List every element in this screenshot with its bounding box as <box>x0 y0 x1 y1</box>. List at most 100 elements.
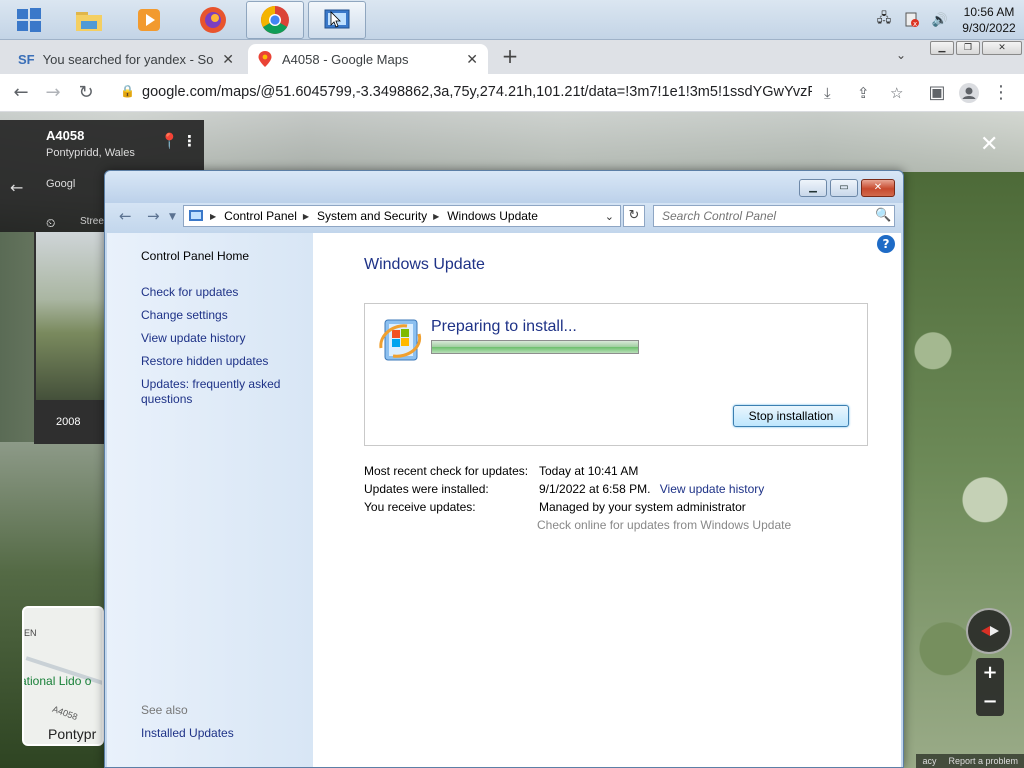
url-text[interactable]: google.com/maps/@51.6045799,-3.3498862,3… <box>142 84 812 100</box>
check-online-link[interactable]: Check online for updates from Windows Up… <box>537 518 791 532</box>
share-icon[interactable]: ⇪ <box>857 84 870 102</box>
time-history-icon[interactable]: ⏲ <box>46 216 55 231</box>
view-update-history-link[interactable]: View update history <box>141 331 246 346</box>
browser-toolbar: ← → ↻ 🔒 google.com/maps/@51.6045799,-3.3… <box>0 74 1024 112</box>
report-problem-link[interactable]: Report a problem <box>942 754 1024 768</box>
window-title-bar[interactable]: ▁ ▭ ✕ <box>105 171 903 203</box>
breadcrumb-windows-update[interactable]: Windows Update <box>447 209 538 223</box>
reload-icon[interactable]: ↻ <box>75 82 97 104</box>
minimize-icon[interactable]: ▁ <box>799 179 827 197</box>
zoom-in-icon[interactable]: + <box>976 658 1004 687</box>
control-panel-home-link[interactable]: Control Panel Home <box>141 249 249 264</box>
start-button[interactable] <box>0 0 58 40</box>
tab-close-icon[interactable]: ✕ <box>466 51 478 68</box>
zoom-controls: + − <box>976 658 1004 716</box>
tab-search-chevron-icon[interactable]: ⌄ <box>896 48 906 62</box>
receive-updates-label: You receive updates: <box>364 500 476 514</box>
clock-time: 10:56 AM <box>963 5 1015 19</box>
breadcrumb-arrow-icon[interactable]: ▶ <box>303 212 309 221</box>
search-input[interactable] <box>653 205 895 227</box>
tab-google-maps[interactable]: A4058 - Google Maps ✕ <box>248 44 488 74</box>
place-name: Pontypridd, Wales <box>46 147 135 159</box>
installed-updates-link[interactable]: Installed Updates <box>141 726 234 741</box>
profile-avatar-icon[interactable] <box>958 82 980 104</box>
tab-close-icon[interactable]: ✕ <box>222 51 234 68</box>
updates-faq-link[interactable]: Updates: frequently asked questions <box>141 377 291 407</box>
download-icon[interactable]: ⤓ <box>824 84 831 102</box>
stop-installation-button[interactable]: Stop installation <box>733 405 849 427</box>
close-icon[interactable]: ✕ <box>861 179 895 197</box>
browser-window-controls: ▁ ❐ ✕ <box>928 41 1022 55</box>
volume-icon[interactable]: 🔊 <box>931 11 949 29</box>
search-icon[interactable]: 🔍 <box>875 208 891 223</box>
address-bar[interactable]: 🔒 google.com/maps/@51.6045799,-3.3498862… <box>112 78 917 108</box>
taskbar-chrome[interactable] <box>246 1 304 39</box>
tab-softfiles[interactable]: SF You searched for yandex - Soft F ✕ <box>8 44 244 74</box>
forward-arrow-icon[interactable]: → <box>147 207 160 225</box>
address-breadcrumb[interactable]: ▶ Control Panel ▶ System and Security ▶ … <box>183 205 621 227</box>
close-street-view-icon[interactable]: ✕ <box>980 132 998 157</box>
view-update-history-inline-link[interactable]: View update history <box>660 482 765 496</box>
road-name: A4058 <box>46 128 85 143</box>
chrome-icon <box>261 6 289 34</box>
bookmark-star-icon[interactable]: ☆ <box>890 84 903 102</box>
maximize-icon[interactable]: ▭ <box>830 179 858 197</box>
network-icon[interactable]: 🖧 <box>875 11 893 29</box>
street-view-thumbnail[interactable] <box>36 232 104 400</box>
foliage-right <box>894 172 1024 768</box>
taskbar-firefox[interactable] <box>184 0 242 40</box>
recent-check-label: Most recent check for updates: <box>364 464 529 478</box>
softfiles-favicon-icon: SF <box>18 51 35 67</box>
control-panel-icon <box>324 9 350 29</box>
compass-icon[interactable] <box>966 608 1012 654</box>
recent-pages-chevron-icon[interactable]: ▼ <box>169 212 176 222</box>
change-settings-link[interactable]: Change settings <box>141 308 228 323</box>
more-options-icon[interactable]: ⋮ <box>182 132 197 150</box>
windows-update-icon <box>379 319 422 361</box>
install-status: Preparing to install... <box>431 318 577 335</box>
breadcrumb-arrow-icon[interactable]: ▶ <box>433 212 439 221</box>
action-center-icon[interactable]: x <box>903 11 921 29</box>
restore-icon[interactable]: ❐ <box>956 41 980 55</box>
google-label: Googl <box>46 178 76 190</box>
help-icon[interactable]: ? <box>877 235 895 253</box>
map-compass-letter: EN <box>24 628 37 638</box>
breadcrumb-control-panel[interactable]: Control Panel <box>224 209 297 223</box>
breadcrumb-system-security[interactable]: System and Security <box>317 209 427 223</box>
forward-arrow-icon[interactable]: → <box>42 82 64 104</box>
taskbar-explorer[interactable] <box>60 0 118 40</box>
mini-map[interactable]: EN ational Lido o A4058 Pontypr <box>22 606 104 746</box>
privacy-link[interactable]: acy <box>916 754 942 768</box>
taskbar-media-player[interactable] <box>120 0 178 40</box>
minimize-icon[interactable]: ▁ <box>930 41 954 55</box>
check-for-updates-link[interactable]: Check for updates <box>141 285 238 300</box>
back-arrow-icon[interactable]: ← <box>10 82 32 104</box>
clock[interactable]: 10:56 AM 9/30/2022 <box>954 4 1024 36</box>
taskbar: 🖧 x 🔊 10:56 AM 9/30/2022 <box>0 0 1024 40</box>
restore-hidden-updates-link[interactable]: Restore hidden updates <box>141 354 268 369</box>
menu-kebab-icon[interactable]: ⋮ <box>990 82 1012 104</box>
system-tray: 🖧 x 🔊 10:56 AM 9/30/2022 <box>870 0 1024 40</box>
new-tab-button[interactable]: + <box>500 44 520 68</box>
taskbar-control-panel[interactable] <box>308 1 366 39</box>
install-progress-bar <box>431 340 639 354</box>
map-lido-label: ational Lido o <box>22 674 92 688</box>
location-pin-icon[interactable]: 📍 <box>160 132 179 150</box>
back-arrow-icon[interactable]: ← <box>119 207 132 225</box>
map-town-label: Pontypr <box>48 726 97 742</box>
maps-pin-icon <box>258 51 272 67</box>
side-panel-icon[interactable]: ▣ <box>926 82 948 104</box>
back-arrow-icon[interactable]: ← <box>10 178 23 197</box>
clock-date: 9/30/2022 <box>962 21 1016 35</box>
refresh-icon[interactable]: ↻ <box>623 205 645 227</box>
zoom-out-icon[interactable]: − <box>976 687 1004 716</box>
progress-fill <box>432 341 638 353</box>
breadcrumb-arrow-icon[interactable]: ▶ <box>210 212 216 221</box>
address-dropdown-chevron-icon[interactable]: ⌄ <box>605 210 614 223</box>
close-icon[interactable]: ✕ <box>982 41 1022 55</box>
installed-label: Updates were installed: <box>364 482 489 496</box>
lock-icon[interactable]: 🔒 <box>120 84 135 98</box>
year-label[interactable]: 2008 <box>56 416 80 428</box>
recent-check-value: Today at 10:41 AM <box>539 464 639 478</box>
task-pane: Control Panel Home Check for updates Cha… <box>107 233 313 767</box>
